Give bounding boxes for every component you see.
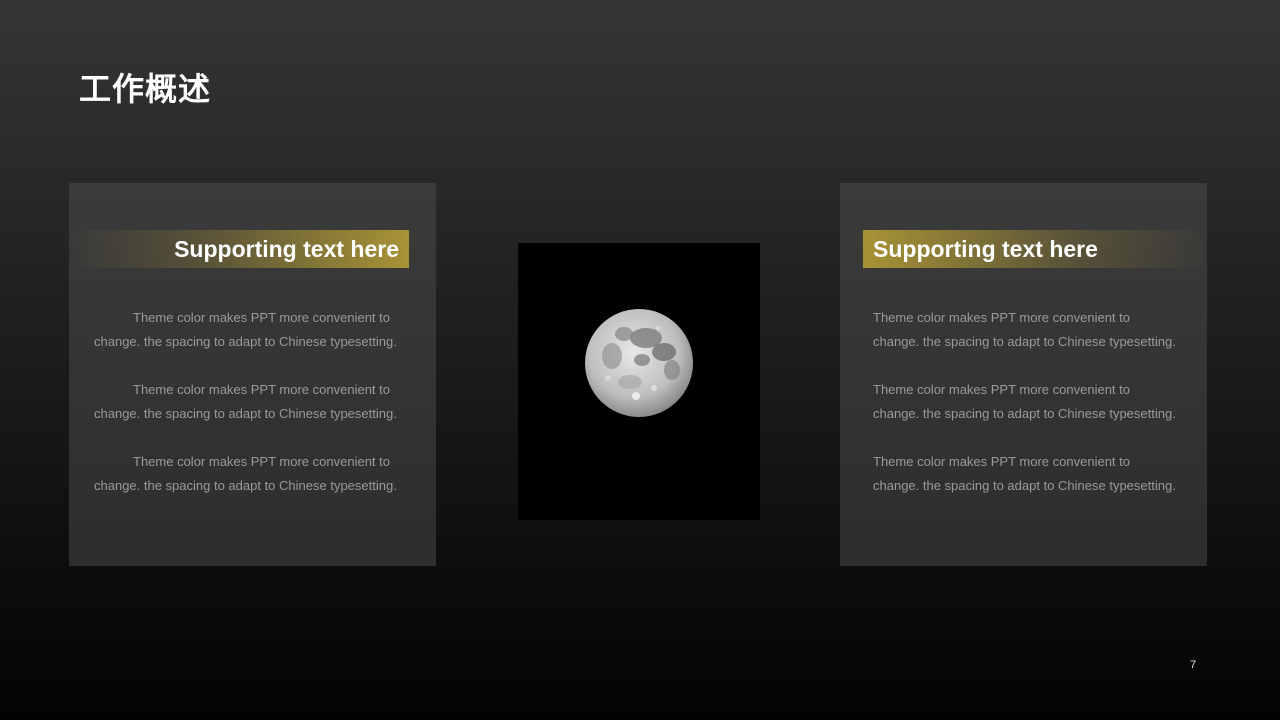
left-panel-heading: Supporting text here bbox=[69, 230, 409, 268]
slide-title: 工作概述 bbox=[79, 70, 212, 108]
left-text-panel: Supporting text here Theme color makes P… bbox=[69, 183, 436, 566]
full-moon-photo bbox=[585, 309, 693, 417]
left-paragraph-3: Theme color makes PPT more convenient to… bbox=[94, 454, 397, 493]
right-paragraph-3: Theme color makes PPT more convenient to… bbox=[873, 454, 1176, 493]
moon-photo bbox=[518, 243, 760, 520]
right-text-panel: Supporting text here Theme color makes P… bbox=[840, 183, 1207, 566]
left-paragraph-2: Theme color makes PPT more convenient to… bbox=[94, 382, 397, 421]
right-paragraph-2: Theme color makes PPT more convenient to… bbox=[873, 382, 1176, 421]
left-paragraph-1: Theme color makes PPT more convenient to… bbox=[94, 310, 397, 349]
left-panel-paragraphs: Theme color makes PPT more convenient to… bbox=[94, 306, 404, 522]
right-panel-heading: Supporting text here bbox=[863, 230, 1207, 268]
page-number: 7 bbox=[1190, 659, 1197, 671]
right-panel-paragraphs: Theme color makes PPT more convenient to… bbox=[873, 306, 1183, 522]
right-paragraph-1: Theme color makes PPT more convenient to… bbox=[873, 310, 1176, 349]
